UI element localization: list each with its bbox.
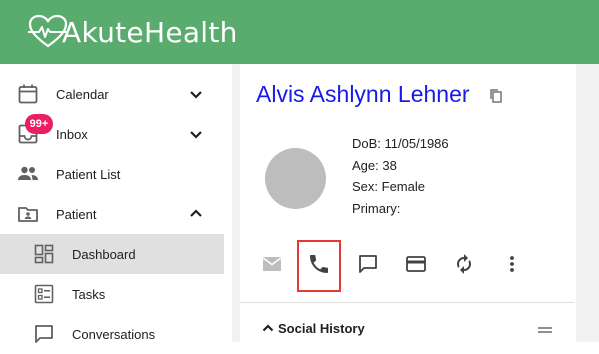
sidebar-item-patient[interactable]: Patient [0, 194, 224, 234]
patient-actions-bar [240, 240, 599, 288]
sidebar-item-dashboard[interactable]: Dashboard [0, 234, 224, 274]
section-divider [240, 302, 574, 303]
dob-value: 11/05/1986 [384, 136, 449, 151]
sidebar-item-patient-list[interactable]: Patient List [0, 154, 224, 194]
chevron-down-icon[interactable] [184, 82, 208, 106]
message-icon[interactable] [356, 252, 380, 276]
chevron-up-icon[interactable] [260, 320, 276, 336]
sex-label: Sex: [352, 179, 379, 194]
sidebar-item-label: Calendar [56, 86, 109, 102]
tasks-icon [34, 284, 54, 304]
age-label: Age: [352, 157, 379, 173]
primary-label: Primary: [352, 200, 401, 216]
sidebar-item-label: Patient [56, 206, 97, 222]
sidebar-item-label: Tasks [72, 286, 106, 302]
patient-panel: Alvis Ashlynn Lehner DoB: 11/05/1986 Age… [240, 64, 599, 342]
patient-demographics: DoB: 11/05/1986 Age: 38 Sex: Female Prim… [352, 133, 449, 219]
age-row: Age: 38 [352, 155, 449, 177]
credit-card-icon[interactable] [404, 252, 428, 276]
inbox-count-badge: 99+ [25, 114, 53, 134]
dob-label: DoB: [352, 136, 381, 151]
dob-row: DoB: 11/05/1986 [352, 133, 449, 155]
sidebar-item-label: Patient List [56, 166, 121, 182]
social-history-label: Social History [278, 320, 365, 336]
sidebar-item-label: Dashboard [72, 246, 136, 262]
chevron-down-icon[interactable] [184, 122, 208, 146]
more-vert-icon[interactable] [500, 252, 524, 276]
app-header: AkuteHealth [0, 0, 599, 64]
calendar-icon [18, 84, 38, 104]
chat-bubble-icon [35, 325, 53, 343]
primary-row: Primary: [352, 198, 449, 220]
sidebar-item-conversations[interactable]: Conversations [0, 314, 224, 354]
sidebar-divider [232, 64, 240, 342]
sync-icon[interactable] [452, 252, 476, 276]
people-icon [18, 166, 38, 180]
sex-row: Sex: Female [352, 176, 449, 198]
patient-name: Alvis Ashlynn Lehner [256, 81, 470, 107]
email-icon[interactable] [260, 252, 284, 276]
brand-name: AkuteHealth [62, 15, 238, 49]
patient-folder-icon [18, 207, 38, 222]
copy-icon[interactable] [488, 88, 504, 104]
drag-handle-icon[interactable] [537, 324, 553, 336]
sidebar-item-label: Conversations [72, 326, 156, 342]
sidebar-item-calendar[interactable]: Calendar [0, 74, 224, 114]
sidebar: Calendar Inbox Patient List Patient Dash… [0, 64, 232, 343]
dashboard-icon [34, 244, 54, 264]
sidebar-item-label: Inbox [56, 126, 88, 142]
phone-action-highlight [297, 240, 341, 292]
brand-logo[interactable]: AkuteHealth [28, 14, 238, 50]
sidebar-item-tasks[interactable]: Tasks [0, 274, 224, 314]
social-history-section-header[interactable]: Social History [260, 320, 365, 336]
avatar [265, 148, 326, 209]
sex-value: Female [381, 179, 425, 194]
age-value: 38 [382, 157, 397, 173]
chevron-up-icon[interactable] [184, 202, 208, 226]
right-gutter [576, 64, 599, 342]
